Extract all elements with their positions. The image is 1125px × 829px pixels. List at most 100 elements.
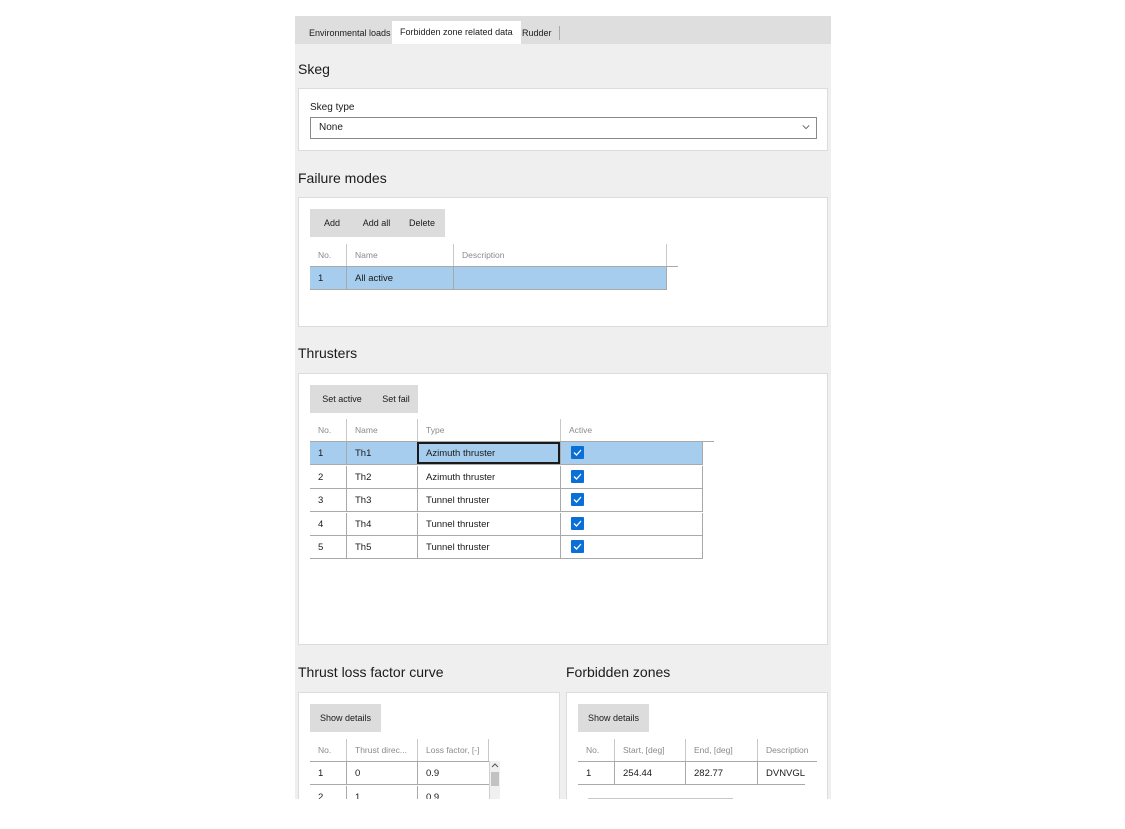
cell-active xyxy=(560,442,702,464)
cell-description[interactable]: DVNVGL- xyxy=(757,762,805,784)
checkmark-icon xyxy=(573,473,582,480)
column-header-description[interactable]: Description xyxy=(757,739,817,761)
cell-no: 4 xyxy=(318,519,324,530)
add-all-button[interactable]: Add all xyxy=(354,209,399,237)
table-row[interactable]: 4 Th4 Tunnel thruster xyxy=(310,513,703,536)
forbidden-zones-toolbar: Show details xyxy=(578,704,649,732)
cell-description xyxy=(453,267,667,289)
active-checkbox[interactable] xyxy=(571,517,584,530)
thrusters-card: Set active Set fail No. Name Type Active… xyxy=(298,373,828,645)
cell-name: Th1 xyxy=(346,442,417,464)
column-header-description[interactable]: Description xyxy=(453,244,667,266)
cell-type[interactable]: Tunnel thruster xyxy=(417,513,560,535)
thrusters-section-title: Thrusters xyxy=(298,345,358,361)
forbidden-zones-card: Show details No. Start, [deg] End, [deg]… xyxy=(566,692,828,799)
cell-no: 2 xyxy=(318,792,324,799)
table-row[interactable]: 3 Th3 Tunnel thruster xyxy=(310,489,703,512)
add-button[interactable]: Add xyxy=(310,209,354,237)
column-header-name[interactable]: Name xyxy=(346,244,453,266)
column-header-no[interactable]: No. xyxy=(578,739,614,761)
cell-no: 5 xyxy=(318,542,324,553)
cell-thrust-direction[interactable]: 0 xyxy=(346,762,417,784)
horizontal-scrollbar[interactable] xyxy=(588,798,733,799)
show-details-button[interactable]: Show details xyxy=(578,704,649,732)
column-header-type[interactable]: Type xyxy=(417,419,560,441)
scrollbar-thumb[interactable] xyxy=(491,772,499,786)
thrusters-toolbar: Set active Set fail xyxy=(310,385,418,413)
cell-type[interactable]: Tunnel thruster xyxy=(417,536,560,558)
active-checkbox[interactable] xyxy=(571,470,584,483)
delete-button[interactable]: Delete xyxy=(399,209,445,237)
main-panel: Environmental loads Forbidden zone relat… xyxy=(295,16,831,799)
tab-rudder[interactable]: Rudder xyxy=(514,22,560,44)
column-header-no[interactable]: No. xyxy=(310,419,346,441)
cell-no: 2 xyxy=(318,472,324,483)
column-header-no[interactable]: No. xyxy=(310,244,346,266)
set-active-button[interactable]: Set active xyxy=(310,385,374,413)
checkmark-icon xyxy=(573,543,582,550)
chevron-up-icon[interactable] xyxy=(491,762,499,769)
skeg-type-select[interactable]: None xyxy=(310,117,817,139)
column-header-no[interactable]: No. xyxy=(310,739,346,761)
cell-type[interactable]: Azimuth thruster xyxy=(417,442,560,464)
cell-type[interactable]: Tunnel thruster xyxy=(417,489,560,511)
cell-type[interactable]: Azimuth thruster xyxy=(417,466,560,488)
table-row[interactable]: 1 All active xyxy=(310,267,667,290)
cell-active xyxy=(560,489,702,511)
thrust-loss-toolbar: Show details xyxy=(310,704,381,732)
table-row[interactable]: 1 Th1 Azimuth thruster xyxy=(310,442,703,465)
cell-name: Th3 xyxy=(346,489,417,511)
cell-end[interactable]: 282.77 xyxy=(685,762,757,784)
cell-loss-factor[interactable]: 0.9 xyxy=(417,786,489,799)
chevron-down-icon xyxy=(802,125,810,130)
table-row[interactable]: 1 0 0.9 xyxy=(310,762,489,785)
show-details-button[interactable]: Show details xyxy=(310,704,381,732)
cell-name: Th5 xyxy=(346,536,417,558)
cell-name: Th4 xyxy=(346,513,417,535)
thrust-loss-card: Show details No. Thrust direc... Loss fa… xyxy=(298,692,560,799)
cell-no: 1 xyxy=(318,273,324,284)
vertical-scrollbar[interactable] xyxy=(489,761,500,799)
cell-name: Th2 xyxy=(346,466,417,488)
tab-environmental-loads[interactable]: Environmental loads xyxy=(301,22,399,44)
failure-modes-table: No. Name Description 1 All active xyxy=(310,244,678,294)
active-checkbox[interactable] xyxy=(571,446,584,459)
forbidden-zones-section-title: Forbidden zones xyxy=(566,664,671,680)
thrusters-table: No. Name Type Active 1 Th1 Azimuth thrus… xyxy=(310,419,714,564)
tab-bar: Environmental loads Forbidden zone relat… xyxy=(295,16,831,44)
cell-thrust-direction[interactable]: 1 xyxy=(346,786,417,799)
thrust-loss-table: No. Thrust direc... Loss factor, [-] 1 0… xyxy=(310,739,500,799)
active-checkbox[interactable] xyxy=(571,493,584,506)
tab-forbidden-zone-related-data[interactable]: Forbidden zone related data xyxy=(392,21,521,44)
cell-no: 1 xyxy=(586,768,592,779)
cell-active xyxy=(560,513,702,535)
column-header-end[interactable]: End, [deg] xyxy=(685,739,757,761)
active-checkbox[interactable] xyxy=(571,540,584,553)
cell-no: 1 xyxy=(318,768,324,779)
skeg-type-label: Skeg type xyxy=(310,102,355,113)
column-header-loss-factor[interactable]: Loss factor, [-] xyxy=(417,739,489,761)
column-header-name[interactable]: Name xyxy=(346,419,417,441)
cell-no: 1 xyxy=(318,448,324,459)
failure-modes-section-title: Failure modes xyxy=(298,170,387,186)
column-header-thrust-direction[interactable]: Thrust direc... xyxy=(346,739,417,761)
table-row[interactable]: 5 Th5 Tunnel thruster xyxy=(310,536,703,559)
skeg-section-title: Skeg xyxy=(298,61,330,77)
failure-modes-card: Add Add all Delete No. Name Description … xyxy=(298,197,828,327)
checkmark-icon xyxy=(573,449,582,456)
checkmark-icon xyxy=(573,496,582,503)
set-fail-button[interactable]: Set fail xyxy=(374,385,418,413)
cell-start[interactable]: 254.44 xyxy=(614,762,685,784)
forbidden-zones-table: No. Start, [deg] End, [deg] Description … xyxy=(578,739,817,799)
cell-no: 3 xyxy=(318,495,324,506)
thrust-loss-section-title: Thrust loss factor curve xyxy=(298,664,444,680)
skeg-card: Skeg type None xyxy=(298,88,828,151)
skeg-type-value: None xyxy=(319,122,343,133)
column-header-active[interactable]: Active xyxy=(560,419,702,441)
cell-name: All active xyxy=(346,267,453,289)
table-row[interactable]: 2 Th2 Azimuth thruster xyxy=(310,466,703,489)
table-row[interactable]: 1 254.44 282.77 DVNVGL- xyxy=(578,762,805,785)
cell-loss-factor[interactable]: 0.9 xyxy=(417,762,489,784)
table-row[interactable]: 2 1 0.9 xyxy=(310,786,489,799)
column-header-start[interactable]: Start, [deg] xyxy=(614,739,685,761)
